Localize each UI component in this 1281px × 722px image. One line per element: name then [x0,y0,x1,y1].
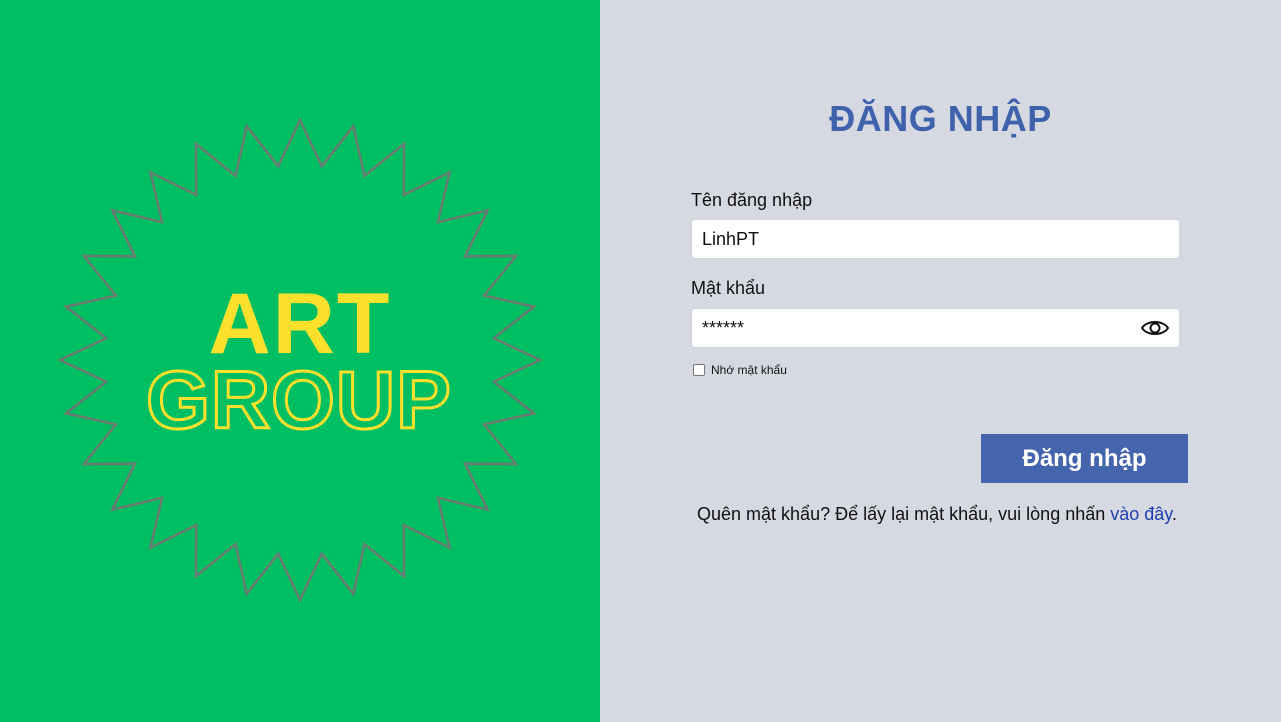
remember-me[interactable]: Nhớ mật khẩu [693,363,787,377]
login-button[interactable]: Đăng nhập [981,434,1188,483]
remember-label: Nhớ mật khẩu [711,363,787,377]
forgot-prefix: Quên mật khẩu? Để lấy lại mật khẩu, vui … [697,504,1111,524]
password-label: Mật khẩu [691,278,766,298]
art-group-logo: ART GROUP [57,117,543,603]
login-page: ART GROUP ĐĂNG NHẬP Tên đăng nhập Mật kh… [0,0,1281,722]
password-input[interactable] [691,308,1180,348]
login-panel: ĐĂNG NHẬP Tên đăng nhập Mật khẩu Nhớ mật… [600,0,1281,722]
forgot-password-link[interactable]: vào đây [1110,504,1172,524]
forgot-suffix: . [1171,504,1177,524]
login-title: ĐĂNG NHẬP [829,98,1052,139]
brand-panel: ART GROUP [0,0,600,722]
remember-checkbox[interactable] [693,364,705,376]
username-label: Tên đăng nhập [691,190,813,210]
logo-text-group: GROUP [146,355,452,446]
forgot-password-text: Quên mật khẩu? Để lấy lại mật khẩu, vui … [697,504,1177,525]
eye-icon[interactable] [1140,316,1170,340]
username-input[interactable] [691,219,1180,259]
